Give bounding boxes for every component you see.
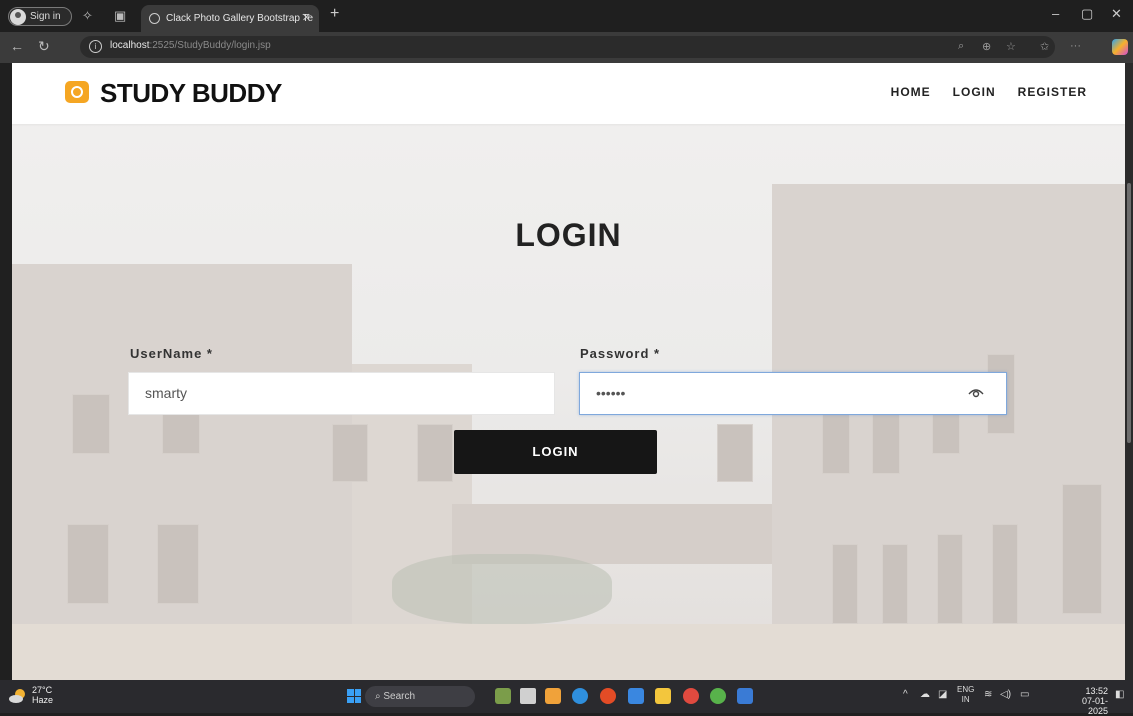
taskbar-clock[interactable]: 13:52 07-01-2025 (1063, 686, 1108, 716)
password-label: Password * (580, 346, 661, 361)
tray-app-icon[interactable]: ◪ (938, 689, 947, 700)
clock-date: 07-01-2025 (1081, 696, 1108, 716)
web-page: STUDY BUDDY HOME LOGIN REGISTER LOGIN Us… (12, 63, 1125, 680)
weather-icon[interactable] (8, 686, 28, 706)
more-menu-icon[interactable]: ··· (1070, 40, 1081, 52)
edge-browser-icon[interactable] (572, 688, 588, 704)
url-text: localhost:2525/StudyBuddy/login.jsp (110, 40, 271, 51)
widgets-app-icon[interactable] (495, 688, 511, 704)
wifi-icon[interactable]: ≋ (984, 689, 992, 700)
profile-signin-button[interactable]: Sign in (8, 7, 72, 26)
active-tab[interactable]: Clack Photo Gallery Bootstrap Te ✕ (141, 5, 319, 32)
windows-taskbar: 27°C Haze ⌕ Search ^ ☁ ◪ ENG IN ≋ ◁) ▭ 1… (0, 680, 1133, 716)
tab-title: Clack Photo Gallery Bootstrap Te (166, 13, 314, 24)
username-field[interactable]: smarty (128, 372, 555, 415)
browser-tab-strip: Sign in ✧ ▣ Clack Photo Gallery Bootstra… (0, 0, 1133, 32)
password-value: •••••• (596, 385, 626, 401)
favorite-star-icon[interactable]: ☆ (1006, 40, 1016, 53)
brand-name: STUDY BUDDY (100, 78, 282, 108)
site-navbar: STUDY BUDDY HOME LOGIN REGISTER (12, 63, 1125, 124)
nav-links: HOME LOGIN REGISTER (891, 85, 1087, 99)
battery-icon[interactable]: ▭ (1020, 689, 1029, 700)
back-icon[interactable]: ← (10, 38, 24, 54)
temperature: 27°C (32, 685, 53, 695)
minimize-icon[interactable]: – (1052, 6, 1059, 21)
notifications-icon[interactable]: ◧ (1115, 689, 1124, 700)
refresh-icon[interactable]: ↻ (38, 38, 50, 55)
page-title: LOGIN (515, 217, 622, 253)
address-toolbar: ← ↻ i localhost:2525/StudyBuddy/login.js… (0, 32, 1133, 63)
task-view-icon[interactable] (520, 688, 536, 704)
app-icon-green[interactable] (710, 688, 726, 704)
chrome-icon[interactable] (600, 688, 616, 704)
app-icon-blue[interactable] (737, 688, 753, 704)
nav-login-link[interactable]: LOGIN (953, 85, 996, 99)
nav-home-link[interactable]: HOME (891, 85, 931, 99)
copilot-app-icon[interactable] (545, 688, 561, 704)
page-scrollbar[interactable] (1125, 63, 1133, 680)
weather-condition: Haze (32, 695, 54, 705)
restore-icon[interactable]: ▢ (1081, 6, 1093, 22)
favorites-icon[interactable]: ✩ (1040, 40, 1049, 53)
username-label: UserName * (130, 346, 213, 361)
taskbar-search[interactable]: ⌕ Search (365, 686, 475, 707)
tray-chevron-icon[interactable]: ^ (903, 689, 908, 700)
clock-time: 13:52 (1085, 686, 1108, 696)
copilot-icon[interactable] (1112, 39, 1128, 55)
tray-onedrive-icon[interactable]: ☁ (920, 689, 930, 700)
profile-signin-label: Sign in (30, 11, 61, 22)
taskbar-search-label: Search (383, 691, 416, 702)
password-field[interactable]: •••••• (579, 372, 1007, 415)
language-code: ENG (957, 685, 975, 694)
language-indicator[interactable]: ENG IN (957, 685, 974, 705)
zoom-icon[interactable]: ⊕ (982, 40, 991, 53)
close-window-icon[interactable]: ✕ (1111, 6, 1122, 22)
tab-actions-icon[interactable]: ▣ (114, 8, 126, 24)
show-password-eye-icon[interactable] (968, 387, 984, 399)
url-field[interactable]: i localhost:2525/StudyBuddy/login.jsp (80, 36, 1055, 58)
start-windows-icon[interactable] (347, 689, 361, 703)
new-tab-button[interactable]: + (330, 5, 339, 23)
app-icon-red[interactable] (683, 688, 699, 704)
search-page-icon[interactable]: ⌕ (958, 40, 964, 53)
avatar-icon (10, 9, 26, 25)
globe-icon (149, 13, 160, 24)
nav-register-link[interactable]: REGISTER (1018, 85, 1087, 99)
workspaces-icon[interactable]: ✧ (82, 8, 93, 24)
volume-icon[interactable]: ◁) (1000, 689, 1011, 700)
store-icon[interactable] (628, 688, 644, 704)
site-info-icon[interactable]: i (89, 40, 102, 53)
camera-icon (65, 81, 89, 103)
region-code: IN (961, 695, 970, 704)
file-explorer-icon[interactable] (655, 688, 671, 704)
weather-widget[interactable]: 27°C Haze (32, 685, 53, 705)
login-submit-button[interactable]: LOGIN (454, 430, 657, 474)
close-tab-icon[interactable]: ✕ (302, 5, 311, 32)
